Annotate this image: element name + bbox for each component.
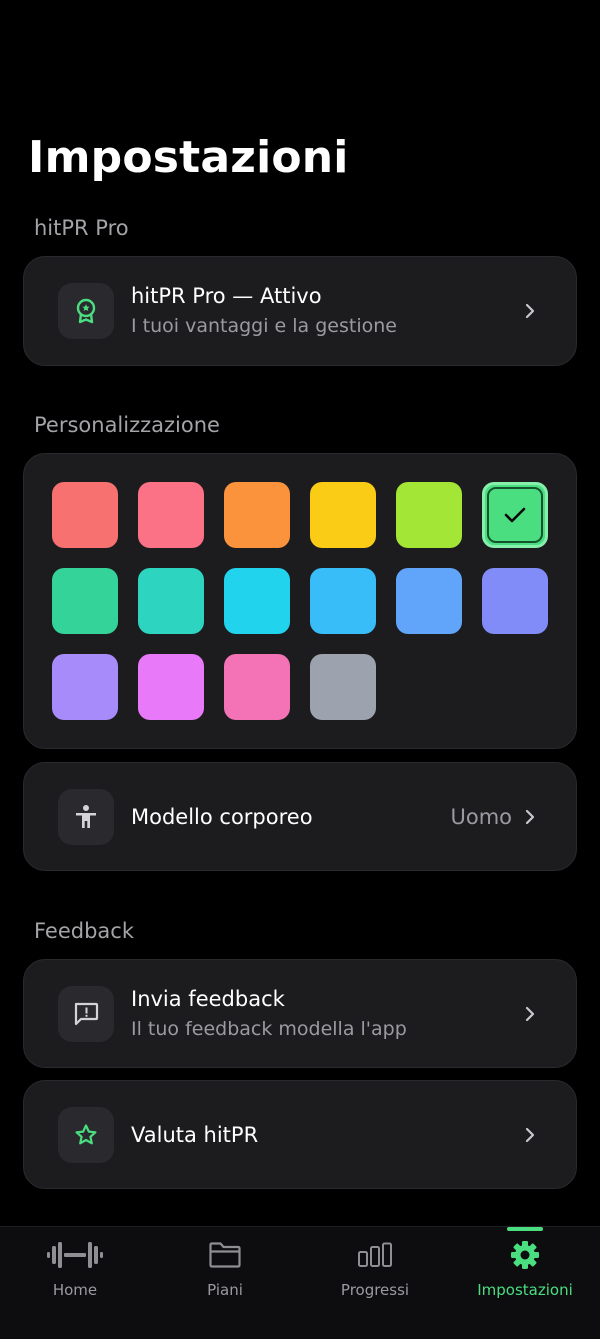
color-picker-card bbox=[23, 453, 577, 749]
star-icon bbox=[58, 1106, 114, 1163]
pro-card[interactable]: hitPR Pro — Attivo I tuoi vantaggi e la … bbox=[23, 256, 577, 366]
rate-app-title: Valuta hitPR bbox=[131, 1122, 259, 1147]
page-title: Impostazioni bbox=[28, 132, 349, 183]
active-tab-indicator bbox=[507, 1227, 543, 1231]
color-swatch-grid bbox=[52, 482, 548, 720]
dumbbell-icon bbox=[46, 1239, 104, 1271]
send-feedback-row[interactable]: Invia feedback Il tuo feedback modella l… bbox=[23, 959, 577, 1068]
send-feedback-subtitle: Il tuo feedback modella l'app bbox=[131, 1017, 407, 1040]
folder-icon bbox=[208, 1239, 242, 1271]
chevron-right-icon bbox=[522, 809, 538, 825]
bottom-tab-bar: Home Piani Progressi Impostazioni bbox=[0, 1226, 600, 1339]
section-label-personalization: Personalizzazione bbox=[34, 413, 220, 437]
section-label-pro: hitPR Pro bbox=[34, 216, 129, 240]
send-feedback-title: Invia feedback bbox=[131, 986, 285, 1011]
color-swatch[interactable] bbox=[52, 568, 118, 634]
color-swatch[interactable] bbox=[138, 482, 204, 548]
bar-chart-icon bbox=[357, 1239, 393, 1271]
selected-swatch-frame bbox=[487, 487, 543, 543]
color-swatch[interactable] bbox=[52, 654, 118, 720]
body-model-label: Modello corporeo bbox=[131, 804, 313, 829]
color-swatch[interactable] bbox=[396, 482, 462, 548]
color-swatch[interactable] bbox=[310, 654, 376, 720]
tab-home[interactable]: Home bbox=[0, 1227, 150, 1339]
color-swatch[interactable] bbox=[482, 568, 548, 634]
tab-plans-label: Piani bbox=[207, 1281, 243, 1299]
color-swatch[interactable] bbox=[138, 568, 204, 634]
tab-plans[interactable]: Piani bbox=[150, 1227, 300, 1339]
chevron-right-icon bbox=[522, 1006, 538, 1022]
color-swatch[interactable] bbox=[310, 568, 376, 634]
person-icon bbox=[58, 788, 114, 845]
tab-home-label: Home bbox=[52, 1281, 98, 1299]
color-swatch[interactable] bbox=[224, 568, 290, 634]
rate-app-row[interactable]: Valuta hitPR bbox=[23, 1080, 577, 1189]
award-badge-icon bbox=[58, 283, 114, 339]
pro-card-subtitle: I tuoi vantaggi e la gestione bbox=[131, 315, 397, 337]
chevron-right-icon bbox=[522, 303, 538, 319]
section-label-feedback: Feedback bbox=[34, 919, 135, 943]
pro-card-title: hitPR Pro — Attivo bbox=[131, 284, 322, 308]
color-swatch[interactable] bbox=[138, 654, 204, 720]
color-swatch[interactable] bbox=[310, 482, 376, 548]
checkmark-icon bbox=[504, 507, 526, 523]
body-model-value: Uomo bbox=[450, 804, 512, 829]
tab-progress-label: Progressi bbox=[340, 1281, 410, 1299]
feedback-icon bbox=[58, 985, 114, 1042]
color-swatch[interactable] bbox=[482, 482, 548, 548]
color-swatch[interactable] bbox=[224, 654, 290, 720]
chevron-right-icon bbox=[522, 1127, 538, 1143]
body-model-row[interactable]: Modello corporeo Uomo bbox=[23, 762, 577, 871]
tab-settings[interactable]: Impostazioni bbox=[450, 1227, 600, 1339]
color-swatch[interactable] bbox=[396, 568, 462, 634]
tab-settings-label: Impostazioni bbox=[477, 1281, 573, 1299]
color-swatch[interactable] bbox=[52, 482, 118, 548]
tab-progress[interactable]: Progressi bbox=[300, 1227, 450, 1339]
gear-icon bbox=[510, 1239, 540, 1271]
color-swatch[interactable] bbox=[224, 482, 290, 548]
